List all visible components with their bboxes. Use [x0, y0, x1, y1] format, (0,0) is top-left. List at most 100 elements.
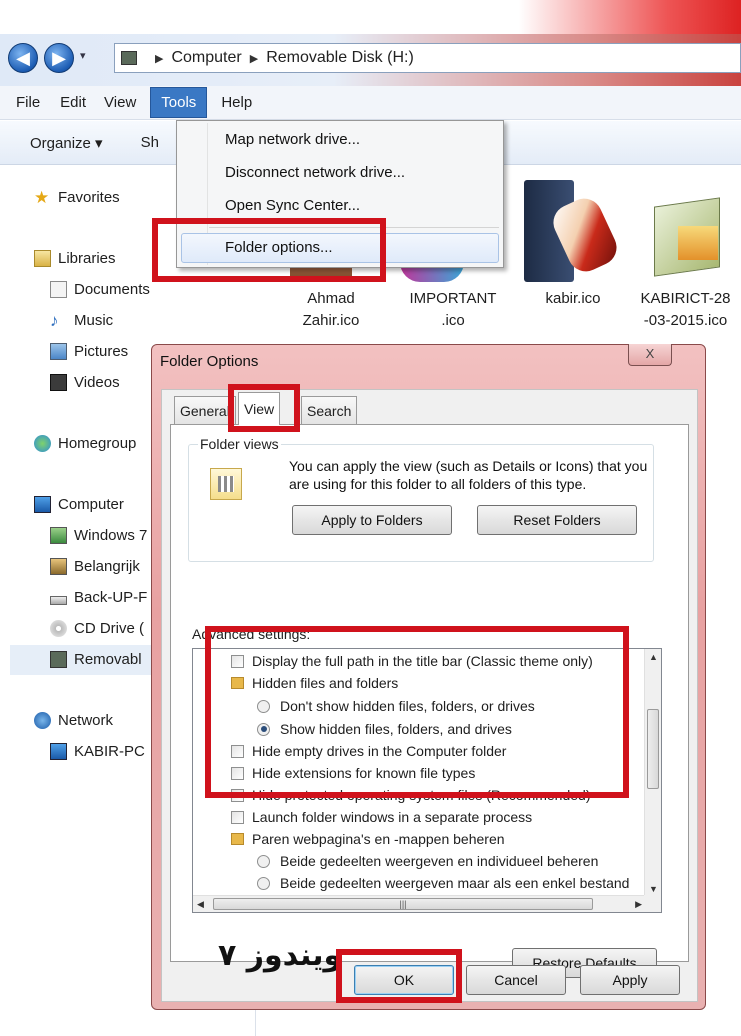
sidebar-label: CD Drive ( — [74, 620, 144, 637]
reset-folders-button[interactable]: Reset Folders — [477, 505, 637, 535]
file-label-ahmad[interactable]: Ahmad Zahir.ico — [276, 288, 386, 332]
cancel-button[interactable]: Cancel — [466, 965, 566, 995]
sidebar-item-pictures[interactable]: Pictures — [50, 343, 128, 360]
menu-item-map-network-drive[interactable]: Map network drive... — [225, 131, 360, 148]
file-name-line: kabir.ico — [545, 290, 601, 307]
file-icon-kabirict[interactable] — [648, 186, 728, 284]
share-button[interactable]: Sh — [141, 134, 159, 151]
apply-to-folders-button[interactable]: Apply to Folders — [292, 505, 452, 535]
sidebar-label: Back-UP-F — [74, 589, 148, 606]
setting-beide-individueel[interactable]: Beide gedeelten weergeven en individueel… — [257, 851, 598, 871]
tab-general[interactable]: General — [174, 396, 236, 424]
menu-file[interactable]: File — [16, 94, 54, 111]
star-icon: ★ — [34, 188, 50, 207]
address-bar[interactable]: ▶ Computer ▶ Removable Disk (H:) — [114, 43, 741, 73]
sidebar-item-backup[interactable]: Back-UP-F — [50, 589, 147, 606]
homegroup-icon — [34, 435, 51, 452]
menu-bar: File Edit View Tools Help — [0, 86, 741, 120]
network-icon — [34, 712, 51, 729]
setting-beide-enkel[interactable]: Beide gedeelten weergeven maar als een e… — [257, 873, 629, 893]
file-name-line: Zahir.ico — [302, 312, 360, 329]
drive-icon — [50, 527, 67, 544]
horizontal-scrollbar[interactable]: ◀ ||| ▶ — [193, 895, 646, 912]
sidebar-label: KABIR-PC — [74, 743, 145, 760]
radio[interactable] — [257, 854, 270, 868]
sidebar-item-kabir-pc[interactable]: KABIR-PC — [50, 743, 145, 760]
file-label-important[interactable]: IMPORTANT .ico — [398, 288, 508, 332]
file-label-kabir[interactable]: kabir.ico — [518, 288, 628, 310]
file-name-line: IMPORTANT — [409, 290, 497, 307]
sidebar-item-windows[interactable]: Windows 7 — [50, 527, 147, 544]
computer-icon — [34, 496, 51, 513]
watermark-text: ویندوز ۷ — [218, 938, 343, 973]
menu-item-disconnect-network-drive[interactable]: Disconnect network drive... — [225, 164, 405, 181]
setting-label: Launch folder windows in a separate proc… — [252, 809, 533, 825]
setting-launch-separate-process[interactable]: Launch folder windows in a separate proc… — [231, 807, 532, 827]
breadcrumb-drive[interactable]: Removable Disk (H:) — [266, 49, 414, 67]
forward-button[interactable]: ▶ — [44, 43, 74, 73]
file-name-line: Ahmad — [307, 290, 355, 307]
tab-view[interactable]: View — [238, 392, 281, 425]
organize-button[interactable]: Organize ▾ — [30, 134, 103, 152]
folder-views-icon — [210, 468, 242, 500]
sidebar-label: Belangrijk — [74, 558, 140, 575]
scrollbar-thumb[interactable] — [647, 709, 659, 789]
sidebar-item-belangrijk[interactable]: Belangrijk — [50, 558, 140, 575]
scroll-up-icon[interactable]: ▲ — [649, 652, 658, 662]
back-button[interactable]: ◀ — [8, 43, 38, 73]
libraries-icon — [34, 250, 51, 267]
breadcrumb-arrow-icon[interactable]: ▶ — [250, 52, 258, 65]
usb-drive-icon — [50, 651, 67, 668]
documents-icon — [50, 281, 67, 298]
file-name-line: KABIRICT-28 — [640, 290, 731, 307]
highlight-box-hidden-settings — [205, 626, 629, 798]
scrollbar-thumb[interactable]: ||| — [213, 898, 593, 910]
close-button[interactable]: X — [628, 344, 672, 366]
sidebar-item-libraries[interactable]: Libraries — [34, 250, 116, 267]
sidebar-label: Homegroup — [58, 435, 137, 452]
highlight-box-folder-options — [152, 218, 386, 282]
file-icon-kabir[interactable] — [520, 180, 623, 285]
sidebar-item-removable[interactable]: Removabl — [50, 651, 142, 668]
sidebar-item-computer[interactable]: Computer — [34, 496, 124, 513]
navigation-pane: ★ Favorites Libraries Documents ♪ Music Pi… — [0, 165, 155, 1036]
sidebar-label: Music — [74, 312, 114, 329]
scroll-down-icon[interactable]: ▼ — [649, 884, 658, 894]
title-band — [0, 0, 741, 34]
sidebar-item-homegroup[interactable]: Homegroup — [34, 435, 136, 452]
sidebar-item-documents[interactable]: Documents — [50, 281, 150, 298]
menu-help[interactable]: Help — [221, 94, 266, 111]
scroll-corner — [644, 895, 661, 912]
scroll-left-icon[interactable]: ◀ — [197, 899, 204, 910]
folder-views-description: You can apply the view (such as Details … — [289, 458, 648, 492]
tab-search[interactable]: Search — [301, 396, 358, 424]
sidebar-label: Pictures — [74, 343, 129, 360]
drive-icon — [50, 596, 67, 605]
photo-icon — [678, 226, 718, 260]
scroll-right-icon[interactable]: ▶ — [635, 899, 642, 910]
menu-edit[interactable]: Edit — [60, 94, 100, 111]
apply-button[interactable]: Apply — [580, 965, 680, 995]
menu-view[interactable]: View — [104, 94, 150, 111]
sidebar-label: Windows 7 — [74, 527, 148, 544]
breadcrumb-arrow-icon[interactable]: ▶ — [155, 52, 163, 65]
checkbox[interactable] — [231, 810, 244, 824]
drive-icon — [50, 558, 67, 575]
sidebar-item-favorites[interactable]: ★ Favorites — [34, 189, 120, 206]
sidebar-label: Favorites — [58, 189, 120, 206]
computer-icon — [50, 743, 67, 760]
file-label-kabirict[interactable]: KABIRICT-28 -03-2015.ico — [630, 288, 741, 332]
sidebar-item-music[interactable]: ♪ Music — [50, 312, 113, 329]
sidebar-item-network[interactable]: Network — [34, 712, 113, 729]
menu-tools[interactable]: Tools — [150, 87, 208, 118]
sidebar-item-cd-drive[interactable]: CD Drive ( — [50, 620, 144, 637]
sidebar-item-videos[interactable]: Videos — [50, 374, 120, 391]
explorer-titlebar: ◀ ▶ ▾ ▶ Computer ▶ Removable Disk (H:) — [0, 0, 741, 86]
radio[interactable] — [257, 876, 270, 890]
menu-item-open-sync-center[interactable]: Open Sync Center... — [225, 197, 360, 214]
recent-pages-chevron-icon[interactable]: ▾ — [80, 49, 86, 62]
breadcrumb-computer[interactable]: Computer — [171, 49, 241, 67]
setting-label: Beide gedeelten weergeven maar als een e… — [280, 875, 630, 891]
drive-icon — [121, 51, 137, 65]
vertical-scrollbar[interactable]: ▲ ▼ — [644, 649, 661, 897]
